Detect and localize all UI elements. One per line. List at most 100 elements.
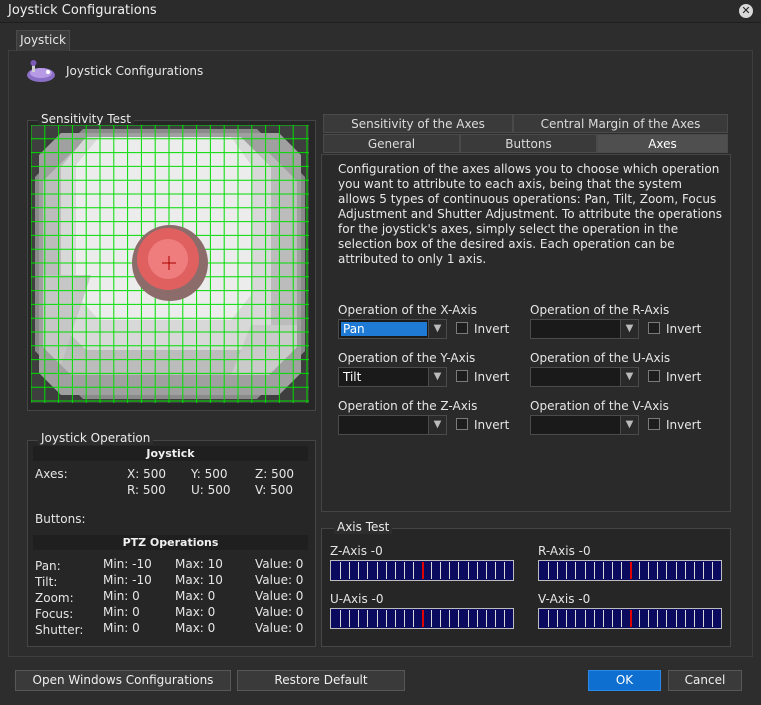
tab-axes[interactable]: Axes	[597, 134, 728, 153]
meter-tick	[711, 610, 713, 627]
header-title: Joystick Configurations	[66, 64, 204, 78]
meter-tick	[458, 610, 460, 627]
ok-button[interactable]: OK	[588, 670, 661, 691]
ptz-shutter-name: Shutter:	[35, 623, 84, 637]
meter-tick	[666, 562, 668, 579]
meter-tick	[403, 562, 405, 579]
chevron-down-icon[interactable]: ▼	[620, 416, 638, 434]
meter-tick	[657, 562, 659, 579]
joystick-icon	[24, 60, 58, 84]
meter-tick	[702, 610, 704, 627]
x-axis-select[interactable]: Pan ▼	[338, 319, 447, 339]
chevron-down-icon[interactable]: ▼	[620, 320, 638, 338]
meter-tick	[666, 610, 668, 627]
u-axis-label: Operation of the U-Axis	[530, 351, 671, 365]
meter-tick	[566, 562, 568, 579]
u-axis-invert-checkbox[interactable]	[648, 370, 660, 382]
meter-tick	[394, 562, 396, 579]
meter-tick	[449, 610, 451, 627]
chevron-down-icon[interactable]: ▼	[428, 416, 446, 434]
tab-general[interactable]: General	[323, 134, 460, 153]
meter-tick	[485, 562, 487, 579]
meter-tick	[340, 562, 342, 579]
meter-tick	[675, 610, 677, 627]
y-axis-label: Operation of the Y-Axis	[338, 351, 476, 365]
ptz-pan-value: Value: 0	[255, 557, 304, 571]
y-axis-select[interactable]: Tilt ▼	[338, 367, 447, 387]
v-axis-select[interactable]: ▼	[530, 415, 639, 435]
ptz-tilt-value: Value: 0	[255, 573, 304, 587]
meter-tick	[702, 562, 704, 579]
meter-tick	[639, 562, 641, 579]
ptz-pan-min: Min: -10	[103, 557, 152, 571]
meter-tick	[431, 610, 433, 627]
meter-tick	[684, 562, 686, 579]
meter-tick	[557, 610, 559, 627]
meter-tick	[494, 610, 496, 627]
meter-tick	[458, 562, 460, 579]
chevron-down-icon[interactable]: ▼	[428, 368, 446, 386]
r-axis-invert-checkbox[interactable]	[648, 322, 660, 334]
meter-tick	[476, 562, 478, 579]
y-axis-invert-checkbox[interactable]	[456, 370, 468, 382]
axis-test-label: Axis Test	[334, 520, 393, 534]
meter-tick	[358, 562, 360, 579]
meter-tick	[584, 610, 586, 627]
meter-tick	[620, 562, 622, 579]
chevron-down-icon[interactable]: ▼	[620, 368, 638, 386]
meter-tick	[467, 610, 469, 627]
meter-tick	[657, 610, 659, 627]
meter-v	[538, 608, 722, 629]
tab-central-margin[interactable]: Central Margin of the Axes	[513, 114, 728, 133]
meter-tick	[349, 610, 351, 627]
meter-r-label: R-Axis -0	[538, 544, 591, 558]
z-axis-invert-checkbox[interactable]	[456, 418, 468, 430]
meter-tick	[503, 562, 505, 579]
meter-center-marker	[422, 610, 424, 627]
meter-tick	[639, 610, 641, 627]
meter-tick	[367, 610, 369, 627]
ptz-zoom-max: Max: 0	[175, 589, 216, 603]
meter-tick	[648, 562, 650, 579]
meter-center-marker	[630, 562, 632, 579]
meter-tick	[412, 562, 414, 579]
y-axis-value: Tilt	[343, 370, 362, 384]
tab-joystick[interactable]: Joystick	[16, 30, 70, 51]
ptz-focus-value: Value: 0	[255, 605, 304, 619]
meter-tick	[440, 562, 442, 579]
y-axis-invert-label: Invert	[474, 370, 510, 384]
joystick-subheader: Joystick	[33, 446, 308, 461]
buttons-label: Buttons:	[35, 512, 86, 526]
meter-tick	[711, 562, 713, 579]
meter-tick	[376, 610, 378, 627]
ptz-zoom-name: Zoom:	[35, 591, 74, 605]
axis-y-value: Y: 500	[191, 467, 228, 481]
x-axis-invert-checkbox[interactable]	[456, 322, 468, 334]
open-windows-configurations-button[interactable]: Open Windows Configurations	[15, 670, 231, 691]
meter-tick	[403, 610, 405, 627]
restore-default-button[interactable]: Restore Default	[237, 670, 405, 691]
u-axis-select[interactable]: ▼	[530, 367, 639, 387]
meter-tick	[557, 562, 559, 579]
meter-tick	[503, 610, 505, 627]
ptz-tilt-name: Tilt:	[35, 575, 58, 589]
ptz-zoom-value: Value: 0	[255, 589, 304, 603]
r-axis-select[interactable]: ▼	[530, 319, 639, 339]
meter-tick	[385, 562, 387, 579]
z-axis-select[interactable]: ▼	[338, 415, 447, 435]
axis-r-value: R: 500	[127, 483, 166, 497]
ptz-shutter-max: Max: 0	[175, 621, 216, 635]
meter-tick	[467, 562, 469, 579]
close-icon[interactable]: ✕	[739, 4, 753, 18]
v-axis-invert-checkbox[interactable]	[648, 418, 660, 430]
u-axis-invert-label: Invert	[666, 370, 702, 384]
tab-sensitivity-axes[interactable]: Sensitivity of the Axes	[323, 114, 513, 133]
window-title: Joystick Configurations	[8, 3, 157, 18]
meter-tick	[602, 610, 604, 627]
chevron-down-icon[interactable]: ▼	[428, 320, 446, 338]
cancel-button[interactable]: Cancel	[668, 670, 742, 691]
tab-buttons[interactable]: Buttons	[460, 134, 597, 153]
meter-tick	[394, 610, 396, 627]
meter-tick	[385, 610, 387, 627]
title-bar: Joystick Configurations ✕	[0, 0, 761, 23]
